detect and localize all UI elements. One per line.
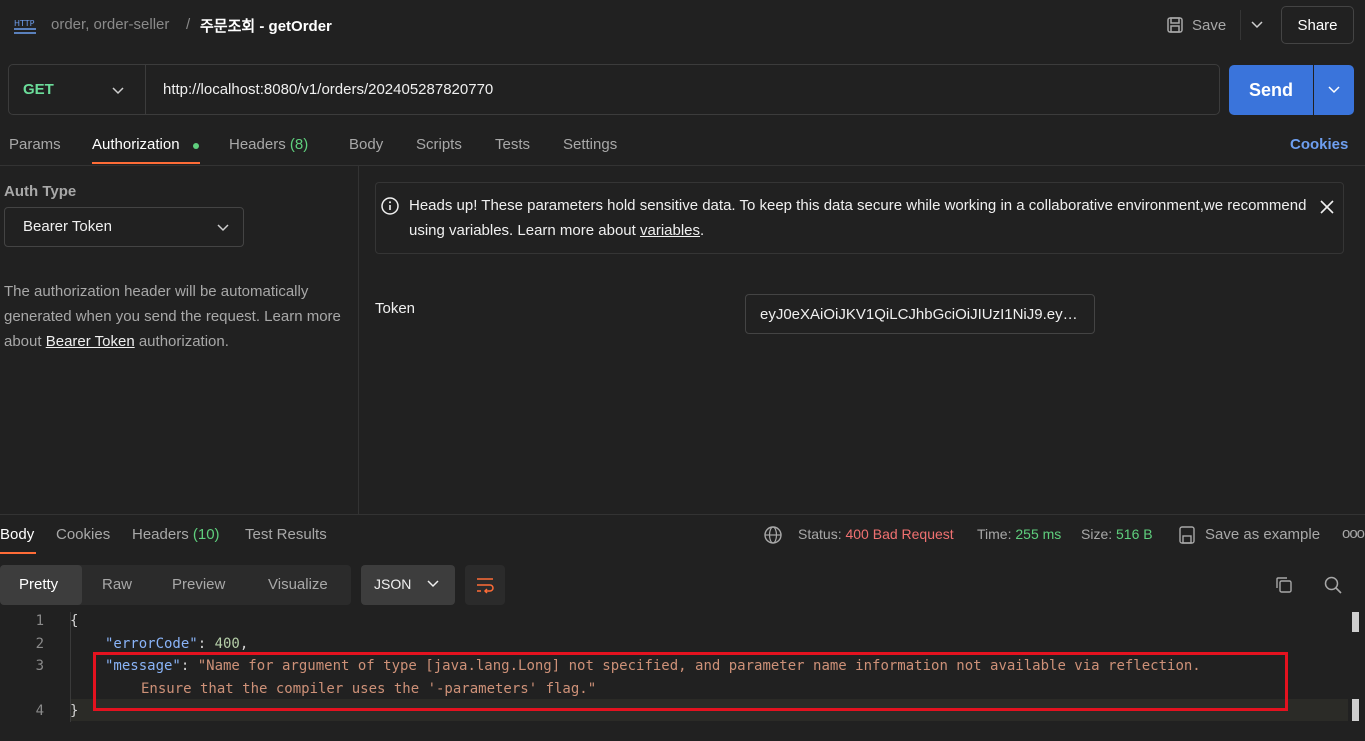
auth-description-suffix: authorization. <box>134 333 229 350</box>
url-divider <box>145 65 146 114</box>
request-title[interactable]: 주문조회 - getOrder <box>200 15 332 36</box>
send-dropdown-button[interactable] <box>1314 65 1354 115</box>
size-label: Size: <box>1081 526 1113 542</box>
size-value: 516 B <box>1116 526 1153 542</box>
svg-text:HTTP: HTTP <box>14 19 35 28</box>
response-tab-headers-label: Headers <box>132 526 189 543</box>
save-icon <box>1179 526 1195 544</box>
status-value: 400 Bad Request <box>845 526 954 542</box>
response-divider[interactable] <box>0 514 1365 515</box>
time-indicator[interactable]: Time: 255 ms <box>977 526 1061 542</box>
time-label: Time: <box>977 526 1012 542</box>
info-icon <box>381 197 399 215</box>
close-icon[interactable] <box>1319 199 1335 215</box>
token-input[interactable]: eyJ0eXAiOiJKV1QiLCJhbGciOiJIUzI1NiJ9.ey… <box>745 294 1095 334</box>
chevron-down-icon <box>1328 86 1340 94</box>
close-brace: } <box>70 703 79 719</box>
send-button[interactable]: Send <box>1229 65 1313 115</box>
time-value: 255 ms <box>1015 526 1062 542</box>
status-indicator[interactable]: Status: 400 Bad Request <box>798 526 954 542</box>
scrollbar-thumb[interactable] <box>1352 699 1359 721</box>
tab-body[interactable]: Body <box>349 136 383 153</box>
notice-body: Heads up! These parameters hold sensitiv… <box>409 197 1307 239</box>
tab-headers-count: (8) <box>289 136 309 153</box>
format-raw[interactable]: Raw <box>102 576 132 593</box>
tab-tests[interactable]: Tests <box>495 136 530 153</box>
code-line: { <box>70 613 78 629</box>
code-line: "errorCode": 400, <box>105 636 249 652</box>
chevron-down-icon <box>217 224 229 232</box>
scrollbar-thumb[interactable] <box>1352 612 1359 632</box>
language-value: JSON <box>374 576 412 592</box>
response-tab-test-results[interactable]: Test Results <box>245 526 327 543</box>
notice-text: Heads up! These parameters hold sensitiv… <box>409 193 1309 243</box>
line-number: 1 <box>35 613 44 629</box>
method-select[interactable]: GET <box>23 81 54 98</box>
line-number: 2 <box>35 636 44 652</box>
save-dropdown-button[interactable] <box>1240 10 1272 40</box>
save-label: Save <box>1192 16 1227 34</box>
response-tab-headers-count: (10) <box>192 526 220 543</box>
http-request-icon: HTTP <box>14 19 36 34</box>
tab-authorization[interactable]: Authorization <box>92 136 180 153</box>
tab-headers-label: Headers <box>229 136 286 153</box>
variables-link[interactable]: variables <box>640 222 700 239</box>
bearer-token-link[interactable]: Bearer Token <box>46 333 135 350</box>
active-indicator-dot <box>193 143 199 149</box>
chevron-down-icon[interactable] <box>110 82 126 98</box>
annotation-highlight-box <box>93 652 1288 711</box>
tab-scripts[interactable]: Scripts <box>416 136 462 153</box>
json-value: 400 <box>214 636 240 652</box>
globe-icon[interactable] <box>763 525 783 545</box>
chevron-down-icon <box>427 580 439 588</box>
save-button[interactable]: Save <box>1166 10 1226 40</box>
auth-description: The authorization header will be automat… <box>4 279 349 354</box>
open-brace: { <box>70 613 79 629</box>
line-number: 3 <box>35 658 44 674</box>
wrap-lines-icon <box>477 578 494 594</box>
size-indicator[interactable]: Size: 516 B <box>1081 526 1153 542</box>
url-input[interactable]: http://localhost:8080/v1/orders/20240528… <box>163 81 493 98</box>
response-tab-body[interactable]: Body <box>0 526 34 543</box>
response-tab-headers[interactable]: Headers (10) <box>132 526 220 543</box>
active-tab-underline <box>0 552 36 554</box>
copy-icon[interactable] <box>1274 575 1294 595</box>
panel-divider[interactable] <box>358 166 359 514</box>
line-number: 4 <box>35 703 44 719</box>
more-options-icon[interactable]: ooo <box>1342 525 1365 542</box>
code-line: } <box>70 703 78 719</box>
tab-settings[interactable]: Settings <box>563 136 617 153</box>
tab-params[interactable]: Params <box>9 136 61 153</box>
share-button[interactable]: Share <box>1281 6 1354 44</box>
response-tab-cookies[interactable]: Cookies <box>56 526 110 543</box>
save-icon <box>1167 17 1183 33</box>
notice-suffix: . <box>700 222 705 239</box>
format-pretty[interactable]: Pretty <box>19 576 58 593</box>
cookies-link[interactable]: Cookies <box>1290 136 1348 153</box>
format-visualize[interactable]: Visualize <box>268 576 328 593</box>
json-key: "errorCode" <box>105 636 198 652</box>
divider <box>0 165 1365 166</box>
search-icon[interactable] <box>1323 575 1343 595</box>
active-tab-underline <box>92 162 200 164</box>
auth-type-label: Auth Type <box>4 183 77 200</box>
chevron-down-icon <box>1250 21 1263 29</box>
breadcrumb-separator: / <box>186 16 191 33</box>
wrap-lines-button[interactable] <box>465 565 505 605</box>
auth-type-value: Bearer Token <box>23 218 112 235</box>
format-preview[interactable]: Preview <box>172 576 225 593</box>
tab-headers[interactable]: Headers (8) <box>229 136 308 153</box>
status-label: Status: <box>798 526 842 542</box>
token-label: Token <box>375 300 416 317</box>
breadcrumb-parent[interactable]: order, order-seller <box>51 16 169 33</box>
save-as-example-button[interactable]: Save as example <box>1205 526 1320 543</box>
